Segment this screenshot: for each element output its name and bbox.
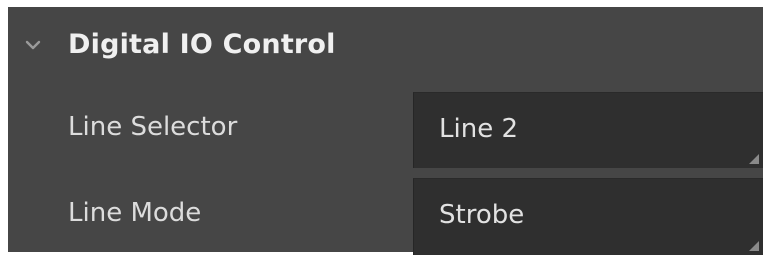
property-panel: Digital IO Control Line Selector Line 2 … [8,7,763,255]
line-mode-value: Strobe [439,200,525,230]
dropdown-grip-icon [749,241,759,251]
line-mode-label: Line Mode [68,198,202,228]
line-selector-value: Line 2 [439,114,518,144]
chevron-down-icon[interactable] [24,38,42,52]
line-mode-dropdown[interactable]: Strobe [413,178,763,255]
section-title: Digital IO Control [68,29,336,60]
property-row-line-mode: Line Mode Strobe [8,175,763,259]
section-header-digital-io-control[interactable]: Digital IO Control [8,7,763,85]
line-selector-dropdown[interactable]: Line 2 [413,92,763,168]
dropdown-grip-icon [749,154,759,164]
property-row-line-selector: Line Selector Line 2 [8,89,763,173]
line-selector-label: Line Selector [68,112,238,142]
